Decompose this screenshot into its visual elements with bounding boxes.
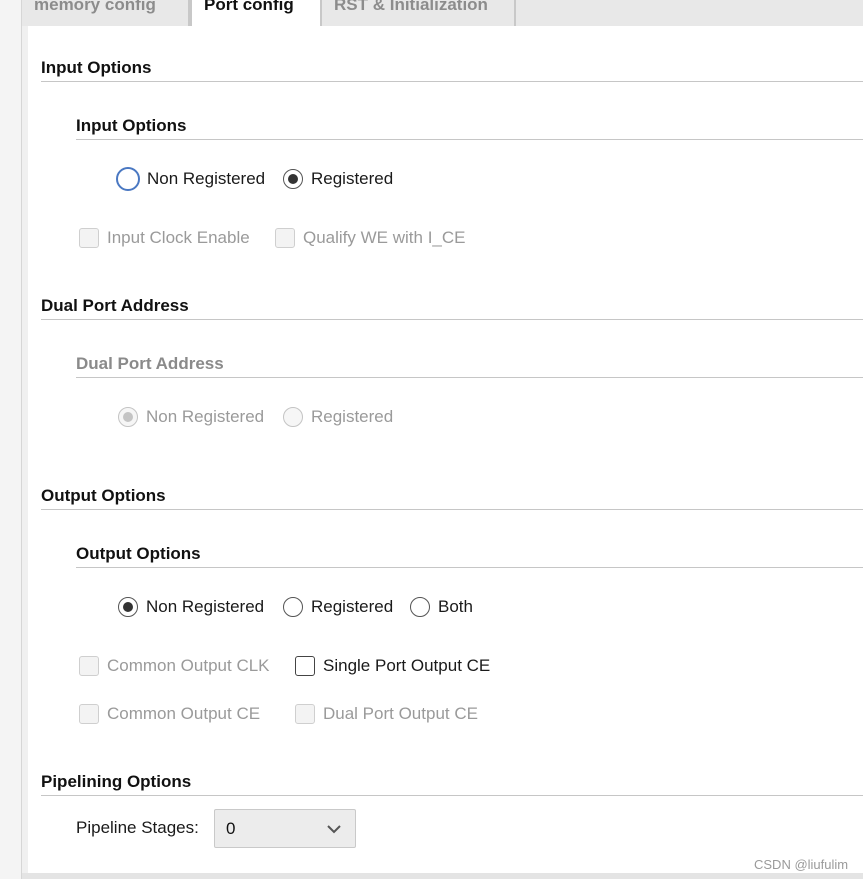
section-title-dual-port-address: Dual Port Address [41,296,189,315]
section-divider [41,319,863,320]
radio-output-both[interactable]: Both [410,597,473,617]
section-title-input-options: Input Options [41,58,152,77]
pipeline-stages-label: Pipeline Stages: [76,818,199,837]
radio-dpa-non-registered[interactable]: Non Registered [118,407,264,427]
checkbox-label: Common Output CE [107,704,261,723]
tab-label: memory config [34,0,156,14]
checkbox-box[interactable] [79,704,99,724]
radio-label: Registered [311,407,394,426]
group-title-output-options: Output Options [76,544,201,563]
radio-circle[interactable] [283,169,303,189]
tab-memory-config[interactable]: memory config [22,0,190,26]
pipeline-stages-select[interactable]: 0 [214,809,356,848]
radio-label: Non Registered [147,169,266,188]
tab-bar: memory config Port config RST & Initiali… [22,0,863,28]
group-title-dual-port-address: Dual Port Address [76,354,224,373]
section-divider [41,509,863,510]
chevron-down-icon[interactable] [325,820,343,838]
bottom-strip [22,873,863,879]
group-divider [76,139,863,140]
checkbox-dual-port-output-ce[interactable]: Dual Port Output CE [295,704,478,724]
radio-circle[interactable] [118,597,138,617]
radio-input-non-registered[interactable]: Non Registered [116,167,265,191]
section-divider [41,81,863,82]
checkbox-input-clock-enable[interactable]: Input Clock Enable [79,228,250,248]
tab-label: RST & Initialization [334,0,488,14]
radio-label: Registered [311,597,394,616]
radio-input-registered[interactable]: Registered [283,169,393,189]
tab-rst-initialization[interactable]: RST & Initialization [322,0,516,26]
checkbox-label: Input Clock Enable [107,228,250,247]
tab-port-config[interactable]: Port config [190,0,322,28]
radio-circle[interactable] [118,407,138,427]
radio-circle[interactable] [116,167,140,191]
tab-label: Port config [204,0,294,14]
checkbox-label: Dual Port Output CE [323,704,478,723]
checkbox-label: Common Output CLK [107,656,270,675]
radio-circle[interactable] [283,407,303,427]
checkbox-single-port-output-ce[interactable]: Single Port Output CE [295,656,490,676]
radio-circle[interactable] [283,597,303,617]
left-strip [0,0,22,879]
radio-label: Registered [311,169,394,188]
radio-circle[interactable] [410,597,430,617]
radio-output-registered[interactable]: Registered [283,597,393,617]
section-divider [41,795,863,796]
radio-label: Both [438,597,473,616]
group-divider [76,567,863,568]
pipeline-stages-value: 0 [226,819,236,838]
checkbox-box[interactable] [79,228,99,248]
group-divider [76,377,863,378]
checkbox-common-output-clk[interactable]: Common Output CLK [79,656,270,676]
checkbox-label: Qualify WE with I_CE [303,228,466,247]
checkbox-box[interactable] [295,704,315,724]
checkbox-qualify-we[interactable]: Qualify WE with I_CE [275,228,466,248]
radio-dpa-registered[interactable]: Registered [283,407,393,427]
checkbox-box[interactable] [79,656,99,676]
checkbox-box[interactable] [295,656,315,676]
checkbox-label: Single Port Output CE [323,656,491,675]
radio-label: Non Registered [146,407,265,426]
section-title-pipelining-options: Pipelining Options [41,772,192,791]
port-config-panel [28,26,863,873]
group-title-input-options: Input Options [76,116,187,135]
radio-label: Non Registered [146,597,265,616]
section-title-output-options: Output Options [41,486,166,505]
checkbox-common-output-ce[interactable]: Common Output CE [79,704,260,724]
radio-output-non-registered[interactable]: Non Registered [118,597,264,617]
checkbox-box[interactable] [275,228,295,248]
watermark: CSDN @liufulim [754,857,849,872]
